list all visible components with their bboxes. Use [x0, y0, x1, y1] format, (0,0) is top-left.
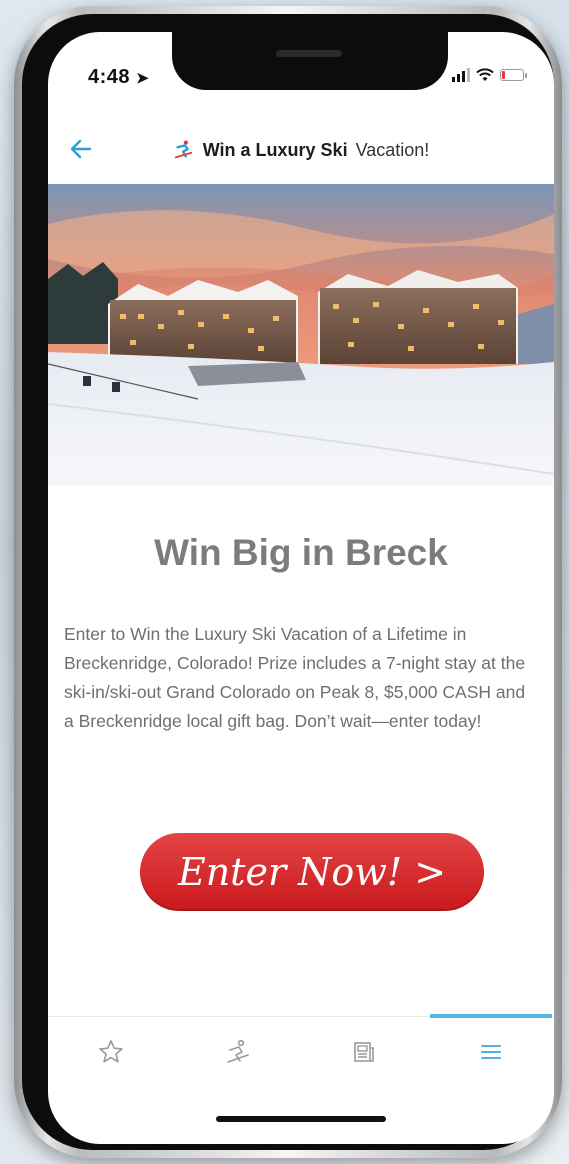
- speaker-grille: [276, 50, 342, 57]
- status-time-text: 4:48: [88, 66, 131, 88]
- battery-level: [502, 71, 505, 79]
- news-icon: [354, 1042, 375, 1062]
- app-header: Win a Luxury Ski Vacation!: [48, 120, 554, 180]
- headline: Win Big in Breck: [154, 532, 448, 573]
- cellular-signal-icon: [452, 68, 470, 82]
- skier-icon: [174, 140, 192, 159]
- star-icon: [99, 1040, 124, 1063]
- menu-icon: [480, 1045, 501, 1059]
- status-icons: [452, 68, 527, 82]
- tab-ski[interactable]: [175, 1017, 302, 1087]
- status-time: 4:48 ➤: [88, 66, 149, 89]
- home-indicator[interactable]: [216, 1116, 386, 1122]
- enter-now-label: Enter Now! >: [177, 850, 447, 894]
- description-text: Enter to Win the Luxury Ski Vacation of …: [64, 624, 526, 731]
- phone-frame: 4:48 ➤ Win a Luxury Ski Vacation! Win Bi…: [14, 6, 562, 1158]
- wifi-icon: [476, 68, 494, 81]
- enter-now-button[interactable]: Enter Now! >: [140, 833, 484, 911]
- page-title: Win a Luxury Ski Vacation!: [173, 139, 430, 161]
- title-suffix: Vacation!: [355, 139, 430, 160]
- hero-image: [48, 184, 554, 486]
- tab-bar: [48, 1014, 555, 1087]
- title-prefix: Win a Luxury Ski: [202, 139, 348, 160]
- skier-tab-icon: [226, 1039, 249, 1063]
- tab-menu[interactable]: [428, 1014, 555, 1087]
- notch: [172, 32, 448, 90]
- resort-photo: [48, 184, 554, 486]
- tab-news[interactable]: [301, 1017, 428, 1087]
- tab-favorites[interactable]: [48, 1017, 175, 1087]
- back-arrow-icon: [70, 139, 92, 159]
- back-button[interactable]: [68, 136, 102, 164]
- battery-icon: [500, 69, 527, 81]
- phone-screen: 4:48 ➤ Win a Luxury Ski Vacation! Win Bi…: [48, 32, 554, 1144]
- location-arrow-icon: ➤: [136, 70, 150, 87]
